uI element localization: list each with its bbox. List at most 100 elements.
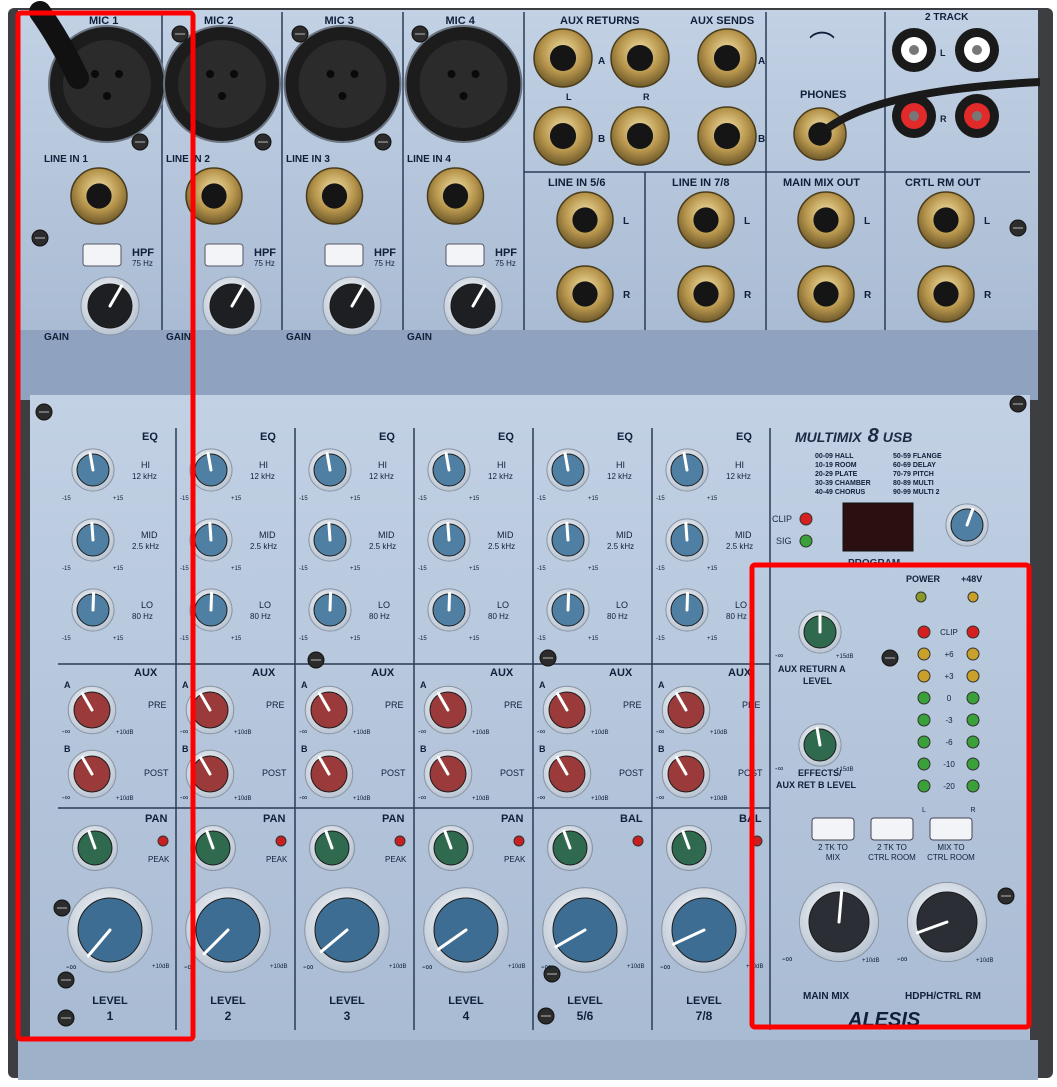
level-max-label-5/6: +10dB [627,964,645,970]
channel-number-7/8: 7/8 [696,1009,713,1023]
meter-led-l-3 [917,691,931,705]
gain-label-4: GAIN [407,332,432,343]
eq-band-label-3: HI [378,460,387,470]
eq-band-label-1: LO [141,600,153,610]
eq-label-3: EQ [379,431,395,443]
effects-label-1: EFFECTS/ [798,768,842,778]
aux-max-label-5/6: +10dB [591,730,609,736]
aux-b-label-1: B [64,744,71,754]
rca-pin-4 [972,111,982,121]
eq-freq-label-5/6: 2.5 kHz [607,542,634,551]
hpf-button-1[interactable] [82,243,122,267]
aux-a-label-4: A [420,680,427,690]
peak-led-5/6 [632,835,644,847]
aux-ret-inf-label: -∞ [775,651,784,660]
eq-band-label-2: HI [259,460,268,470]
eq-freq-label-3: 80 Hz [369,612,390,621]
jack-l-label-1: L [623,216,629,227]
two-track-l-label: L [940,48,946,58]
channel-number-2: 2 [225,1009,232,1023]
hpf-label-2: HPF [254,247,276,259]
post-label-3: POST [381,768,406,778]
peak-label-3: PEAK [385,855,407,864]
hpf-button-3[interactable] [324,243,364,267]
routing-label-bottom-1: MIX [826,853,841,862]
meter-led-l-0 [917,625,931,639]
xlr-pin [218,92,226,100]
eq-max-label-5/6: +15 [588,496,599,502]
hpf-freq-2: 75 Hz [254,259,275,268]
line-in-label-4: LINE IN 4 [407,154,451,165]
eq-freq-label-7/8: 80 Hz [726,612,747,621]
xlr-pin [91,70,99,78]
channel-number-3: 3 [344,1009,351,1023]
pre-label-3: PRE [385,700,404,710]
hpf-label-3: HPF [374,247,396,259]
main-mix-inf-label: -∞ [782,954,792,965]
eq-freq-label-4: 12 kHz [488,472,513,481]
meter-label-7: -20 [943,782,955,791]
eq-band-label-5/6: HI [616,460,625,470]
eq-max-label-3: +15 [350,496,361,502]
aux2-max-label-7/8: +10dB [710,796,728,802]
eq-max-label-7/8: +15 [707,636,718,642]
meter-label-5: -6 [945,738,953,747]
eq-freq-label-7/8: 2.5 kHz [726,542,753,551]
aux-label-2: AUX [252,667,276,679]
post-label-5/6: POST [619,768,644,778]
eq-knob-mid-3-pointer [327,521,332,542]
eq-min-label-2: -15 [180,566,189,572]
aux-return-r-label: R [643,92,650,102]
eq-knob-lo-7/8-pointer [685,591,690,612]
main-mix-max-label: +10dB [862,958,880,964]
aux-inf-label-7/8: -∞ [656,727,665,736]
channel-number-5/6: 5/6 [577,1009,594,1023]
aux-send-jack-a-hole [713,44,741,72]
preset-left-3: 30-39 CHAMBER [815,480,871,487]
routing-label-top-3: MIX TO [937,843,964,852]
level-inf-label-4: -∞ [422,962,432,973]
line-in-jack-3-hole [321,183,348,209]
meter-label-2: +3 [944,672,954,681]
label-ctrl-rm-out: CRTL RM OUT [905,177,981,189]
label-aux-sends: AUX SENDS [690,15,754,27]
jack-l-label-4: L [984,216,990,227]
meter-led-l-2 [917,669,931,683]
level-max-label-4: +10dB [508,964,526,970]
eq-max-label-2: +15 [231,496,242,502]
peak-led-4 [513,835,525,847]
eq-freq-label-3: 2.5 kHz [369,542,396,551]
hpf-button-4[interactable] [445,243,485,267]
eq-freq-label-2: 80 Hz [250,612,271,621]
jack-l-label-2: L [744,216,750,227]
eq-knob-lo-2-pointer [209,591,214,612]
eq-band-label-1: HI [141,460,150,470]
phantom-led [967,591,979,603]
eq-knob-mid-2-pointer [208,521,213,542]
eq-freq-label-4: 80 Hz [488,612,509,621]
xlr-pin [350,70,359,78]
aux-b-label-3: B [301,744,308,754]
line-in-label-2: LINE IN 2 [166,154,210,165]
xlr-pin [115,70,123,78]
routing-button-1[interactable] [811,817,855,841]
routing-button-3[interactable] [929,817,973,841]
xlr-pin [326,70,335,78]
aux-label-5/6: AUX [609,667,633,679]
aux2-inf-label-5/6: -∞ [537,793,546,802]
jack-r-label-4: R [984,290,992,301]
hpf-button-2[interactable] [204,243,244,267]
xlr-pin [230,70,238,78]
meter-led-r-4 [966,713,980,727]
routing-button-2[interactable] [870,817,914,841]
aux-ret-max-label: +15dB [836,654,854,660]
eq-band-label-4: LO [497,600,509,610]
eq-band-label-3: MID [378,530,395,540]
preset-left-4: 40-49 CHORUS [815,489,866,496]
hpf-freq-3: 75 Hz [374,259,395,268]
jack-r-label-3: R [864,290,872,301]
hpf-freq-1: 75 Hz [132,259,153,268]
eq-freq-label-4: 2.5 kHz [488,542,515,551]
label-line-in-56: LINE IN 5/6 [548,177,605,189]
meter-led-l-6 [917,757,931,771]
